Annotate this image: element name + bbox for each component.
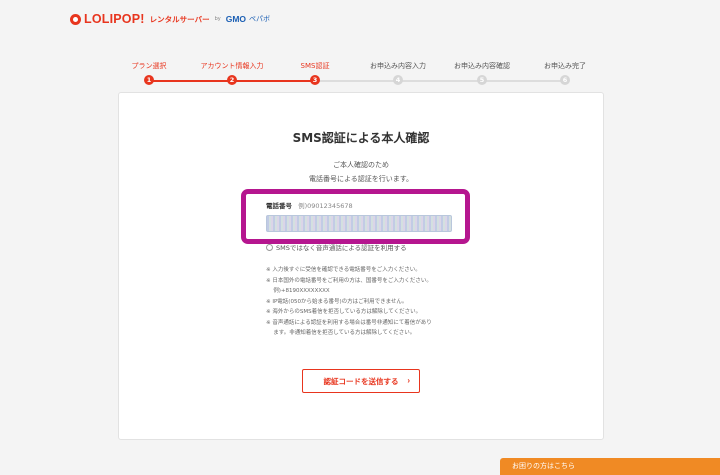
- brand-pepabo: ペパボ: [249, 15, 271, 23]
- step-label: アカウント情報入力: [200, 62, 264, 70]
- step-plan: プラン選択 1: [107, 61, 191, 85]
- note-item: ※ 海外からのSMS着信を拒否している方は解除してください。: [266, 309, 422, 315]
- step-number: 1: [144, 75, 154, 85]
- step-number: 2: [227, 75, 237, 85]
- sms-auth-card: SMS認証による本人確認 ご本人確認のため 電話番号による認証を行います。 電話…: [118, 92, 604, 440]
- step-application: お申込み内容入力 4: [356, 61, 440, 85]
- step-label: SMS認証: [300, 62, 330, 70]
- lead-line-1: ご本人確認のため: [333, 161, 389, 169]
- step-label: お申込み内容確認: [454, 62, 510, 70]
- send-code-button[interactable]: 認証コードを送信する ›: [302, 369, 420, 393]
- brand-gmo: GMO: [225, 14, 247, 24]
- note-item: ※ 日本国外の電話番号をご利用の方は、国番号をご入力ください。: [266, 277, 432, 284]
- step-number: 5: [477, 75, 487, 85]
- brand-by: by: [214, 16, 221, 22]
- send-code-label: 認証コードを送信する: [323, 376, 399, 386]
- voice-call-radio[interactable]: [266, 243, 273, 251]
- phone-field-highlight: [241, 189, 470, 244]
- notes-list: ※ 入力後すぐに受信を確認できる電話番号をご入力ください。 ※ 日本国外の電話番…: [266, 265, 496, 339]
- help-button[interactable]: お困りの方はこちら: [500, 458, 720, 475]
- lead-line-2: 電話番号による認証を行います。: [308, 175, 414, 183]
- brand-sub: レンタルサーバー: [149, 14, 210, 24]
- progress-stepper: プラン選択 1 アカウント情報入力 2 SMS認証 3 お申込み内容入力 4 お…: [107, 61, 607, 91]
- step-confirm: お申込み内容確認 5: [440, 61, 524, 85]
- note-item: 例)+8190XXXXXXXX: [266, 288, 330, 294]
- step-number: 4: [393, 75, 403, 85]
- brand-logo[interactable]: LOLIPOP! レンタルサーバー by GMO ペパボ: [70, 12, 270, 26]
- brand-name: LOLIPOP!: [84, 12, 145, 26]
- note-item: ※ 入力後すぐに受信を確認できる電話番号をご入力ください。: [266, 267, 421, 273]
- chevron-right-icon: ›: [407, 376, 410, 385]
- lollipop-logo-icon: [70, 13, 81, 25]
- step-number: 6: [560, 75, 570, 85]
- lead-text: ご本人確認のため 電話番号による認証を行います。: [119, 158, 603, 186]
- step-label: お申込み内容入力: [370, 62, 426, 70]
- step-complete: お申込み完了 6: [523, 61, 607, 85]
- note-item: ます。非通知着信を拒否している方は解除してください。: [266, 330, 416, 336]
- note-item: ※ IP電話(050から始まる番号)の方はご利用できません。: [266, 298, 408, 305]
- note-item: ※ 音声通話による認証を利用する場合は番号非通知にて着信があり: [266, 319, 432, 326]
- step-number: 3: [310, 75, 320, 85]
- page-title: SMS認証による本人確認: [292, 131, 430, 145]
- step-label: プラン選択: [131, 62, 167, 70]
- step-sms: SMS認証 3: [273, 61, 357, 85]
- step-account: アカウント情報入力 2: [190, 61, 274, 85]
- step-label: お申込み完了: [544, 62, 586, 70]
